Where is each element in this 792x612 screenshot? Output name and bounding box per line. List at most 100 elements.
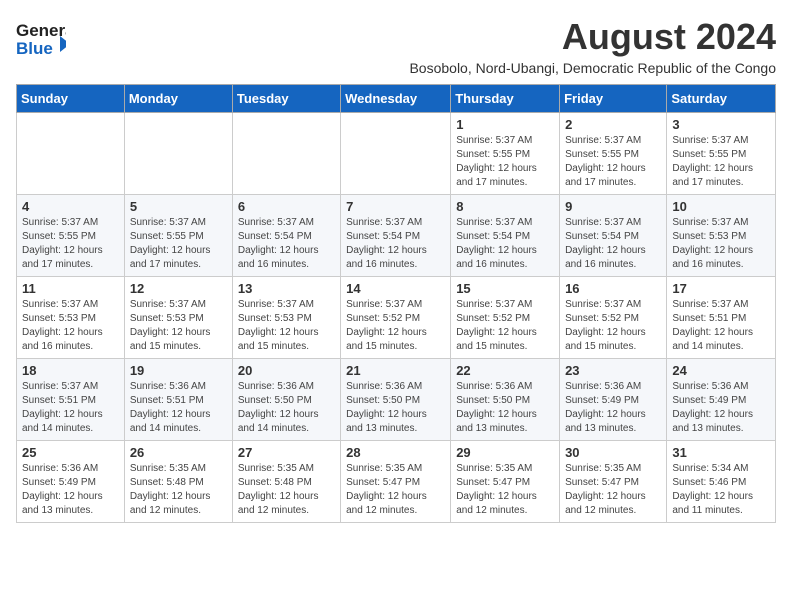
table-row: 14 Sunrise: 5:37 AM Sunset: 5:52 PM Dayli…: [341, 277, 451, 359]
table-row: 5 Sunrise: 5:37 AM Sunset: 5:55 PM Daylig…: [124, 195, 232, 277]
table-row: 18 Sunrise: 5:37 AM Sunset: 5:51 PM Dayli…: [17, 359, 125, 441]
day-number: 28: [346, 445, 445, 460]
logo: General Blue: [16, 16, 66, 60]
subtitle: Bosobolo, Nord-Ubangi, Democratic Republ…: [409, 60, 776, 76]
day-number: 4: [22, 199, 119, 214]
day-number: 26: [130, 445, 227, 460]
day-info: Sunrise: 5:37 AM Sunset: 5:51 PM Dayligh…: [672, 298, 770, 354]
table-row: 12Sunrise: 5:37 AM Sunset: 5:53 PM Dayli…: [124, 277, 232, 359]
day-number: 14: [346, 281, 445, 296]
day-info: Sunrise: 5:36 AM Sunset: 5:50 PM Dayligh…: [238, 380, 335, 436]
table-row: 2 Sunrise: 5:37 AM Sunset: 5:55 PM Daylig…: [560, 113, 667, 195]
table-row: 10 Sunrise: 5:37 AM Sunset: 5:53 PM Dayli…: [667, 195, 776, 277]
calendar-table: Sunday Monday Tuesday Wednesday Thursday…: [16, 84, 776, 523]
table-row: 27 Sunrise: 5:35 AM Sunset: 5:48 PM Dayli…: [232, 441, 340, 523]
day-number: 20: [238, 363, 335, 378]
table-row: [341, 113, 451, 195]
table-row: 26Sunrise: 5:35 AM Sunset: 5:48 PM Dayli…: [124, 441, 232, 523]
table-row: [124, 113, 232, 195]
calendar-week-row: 1 Sunrise: 5:37 AM Sunset: 5:55 PM Daylig…: [17, 113, 776, 195]
day-number: 24: [672, 363, 770, 378]
calendar-week-row: 11Sunrise: 5:37 AM Sunset: 5:53 PM Dayli…: [17, 277, 776, 359]
calendar-week-row: 25Sunrise: 5:36 AM Sunset: 5:49 PM Dayli…: [17, 441, 776, 523]
table-row: 24 Sunrise: 5:36 AM Sunset: 5:49 PM Dayli…: [667, 359, 776, 441]
table-row: 25Sunrise: 5:36 AM Sunset: 5:49 PM Dayli…: [17, 441, 125, 523]
day-info: Sunrise: 5:34 AM Sunset: 5:46 PM Dayligh…: [672, 462, 770, 518]
logo-icon: General Blue: [16, 16, 66, 60]
day-number: 27: [238, 445, 335, 460]
day-number: 23: [565, 363, 661, 378]
table-row: 1 Sunrise: 5:37 AM Sunset: 5:55 PM Daylig…: [451, 113, 560, 195]
day-info: Sunrise: 5:37 AM Sunset: 5:55 PM Dayligh…: [672, 134, 770, 190]
day-info: Sunrise: 5:37 AM Sunset: 5:54 PM Dayligh…: [346, 216, 445, 272]
table-row: 16 Sunrise: 5:37 AM Sunset: 5:52 PM Dayli…: [560, 277, 667, 359]
title-block: August 2024 Bosobolo, Nord-Ubangi, Democ…: [409, 16, 776, 76]
calendar-week-row: 4 Sunrise: 5:37 AM Sunset: 5:55 PM Daylig…: [17, 195, 776, 277]
day-info: Sunrise: 5:37 AM Sunset: 5:53 PM Dayligh…: [672, 216, 770, 272]
day-info: Sunrise: 5:37 AM Sunset: 5:54 PM Dayligh…: [238, 216, 335, 272]
day-info: Sunrise: 5:35 AM Sunset: 5:48 PM Dayligh…: [238, 462, 335, 518]
table-row: 19 Sunrise: 5:36 AM Sunset: 5:51 PM Dayli…: [124, 359, 232, 441]
day-info: Sunrise: 5:37 AM Sunset: 5:51 PM Dayligh…: [22, 380, 119, 436]
day-number: 7: [346, 199, 445, 214]
col-tuesday: Tuesday: [232, 85, 340, 113]
table-row: 28 Sunrise: 5:35 AM Sunset: 5:47 PM Dayli…: [341, 441, 451, 523]
month-title: August 2024: [409, 16, 776, 58]
day-info: Sunrise: 5:37 AM Sunset: 5:52 PM Dayligh…: [346, 298, 445, 354]
day-info: Sunrise: 5:37 AM Sunset: 5:54 PM Dayligh…: [456, 216, 554, 272]
table-row: 11Sunrise: 5:37 AM Sunset: 5:53 PM Dayli…: [17, 277, 125, 359]
table-row: 23 Sunrise: 5:36 AM Sunset: 5:49 PM Dayli…: [560, 359, 667, 441]
day-info: Sunrise: 5:36 AM Sunset: 5:49 PM Dayligh…: [672, 380, 770, 436]
calendar-header-row: Sunday Monday Tuesday Wednesday Thursday…: [17, 85, 776, 113]
day-info: Sunrise: 5:37 AM Sunset: 5:52 PM Dayligh…: [565, 298, 661, 354]
svg-text:Blue: Blue: [16, 39, 53, 58]
day-info: Sunrise: 5:36 AM Sunset: 5:50 PM Dayligh…: [456, 380, 554, 436]
day-number: 21: [346, 363, 445, 378]
page-header: General Blue August 2024 Bosobolo, Nord-…: [16, 16, 776, 76]
table-row: 8Sunrise: 5:37 AM Sunset: 5:54 PM Daylig…: [451, 195, 560, 277]
day-info: Sunrise: 5:37 AM Sunset: 5:55 PM Dayligh…: [456, 134, 554, 190]
day-number: 1: [456, 117, 554, 132]
table-row: 17 Sunrise: 5:37 AM Sunset: 5:51 PM Dayli…: [667, 277, 776, 359]
table-row: 15 Sunrise: 5:37 AM Sunset: 5:52 PM Dayli…: [451, 277, 560, 359]
day-number: 2: [565, 117, 661, 132]
day-info: Sunrise: 5:37 AM Sunset: 5:55 PM Dayligh…: [565, 134, 661, 190]
day-number: 15: [456, 281, 554, 296]
day-number: 16: [565, 281, 661, 296]
day-number: 17: [672, 281, 770, 296]
day-info: Sunrise: 5:37 AM Sunset: 5:53 PM Dayligh…: [238, 298, 335, 354]
day-number: 22: [456, 363, 554, 378]
table-row: 22 Sunrise: 5:36 AM Sunset: 5:50 PM Dayli…: [451, 359, 560, 441]
table-row: [17, 113, 125, 195]
day-number: 29: [456, 445, 554, 460]
day-number: 10: [672, 199, 770, 214]
day-info: Sunrise: 5:37 AM Sunset: 5:55 PM Dayligh…: [22, 216, 119, 272]
day-number: 13: [238, 281, 335, 296]
day-number: 3: [672, 117, 770, 132]
table-row: 9Sunrise: 5:37 AM Sunset: 5:54 PM Daylig…: [560, 195, 667, 277]
day-number: 18: [22, 363, 119, 378]
day-info: Sunrise: 5:36 AM Sunset: 5:51 PM Dayligh…: [130, 380, 227, 436]
col-sunday: Sunday: [17, 85, 125, 113]
table-row: 21Sunrise: 5:36 AM Sunset: 5:50 PM Dayli…: [341, 359, 451, 441]
day-number: 31: [672, 445, 770, 460]
table-row: 4 Sunrise: 5:37 AM Sunset: 5:55 PM Daylig…: [17, 195, 125, 277]
col-friday: Friday: [560, 85, 667, 113]
day-number: 19: [130, 363, 227, 378]
day-number: 30: [565, 445, 661, 460]
day-number: 6: [238, 199, 335, 214]
table-row: 3 Sunrise: 5:37 AM Sunset: 5:55 PM Daylig…: [667, 113, 776, 195]
day-info: Sunrise: 5:37 AM Sunset: 5:54 PM Dayligh…: [565, 216, 661, 272]
table-row: 7 Sunrise: 5:37 AM Sunset: 5:54 PM Daylig…: [341, 195, 451, 277]
day-info: Sunrise: 5:35 AM Sunset: 5:47 PM Dayligh…: [346, 462, 445, 518]
day-info: Sunrise: 5:36 AM Sunset: 5:49 PM Dayligh…: [565, 380, 661, 436]
table-row: [232, 113, 340, 195]
day-info: Sunrise: 5:35 AM Sunset: 5:47 PM Dayligh…: [565, 462, 661, 518]
col-saturday: Saturday: [667, 85, 776, 113]
col-monday: Monday: [124, 85, 232, 113]
svg-text:General: General: [16, 21, 66, 40]
day-info: Sunrise: 5:36 AM Sunset: 5:49 PM Dayligh…: [22, 462, 119, 518]
day-info: Sunrise: 5:37 AM Sunset: 5:55 PM Dayligh…: [130, 216, 227, 272]
day-number: 5: [130, 199, 227, 214]
day-info: Sunrise: 5:37 AM Sunset: 5:52 PM Dayligh…: [456, 298, 554, 354]
